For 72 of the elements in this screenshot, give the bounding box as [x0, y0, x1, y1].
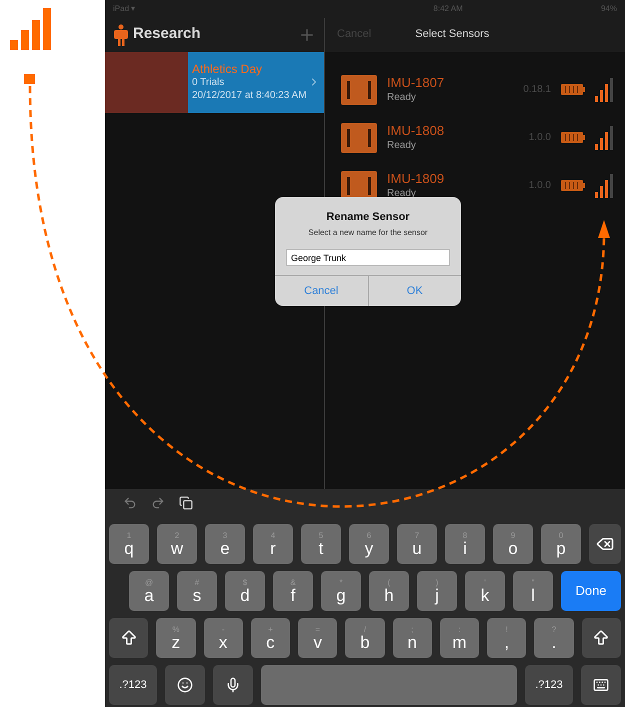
key[interactable]: + c	[250, 618, 290, 658]
redo-icon[interactable]	[151, 496, 165, 510]
sensor-row[interactable]: IMU-1807 Ready 0.18.1	[325, 66, 625, 114]
app-title: Research	[133, 24, 202, 44]
key[interactable]: - x	[204, 618, 243, 658]
sensor-row[interactable]: IMU-1808 Ready 1.0.0	[325, 114, 625, 162]
backspace-icon	[596, 535, 614, 553]
paste-icon[interactable]	[179, 496, 193, 510]
key[interactable]: $ d	[225, 571, 265, 611]
key[interactable]: " l	[513, 571, 553, 611]
firmware-version: 1.0.0	[528, 131, 551, 146]
numbers-key[interactable]: .?123	[109, 665, 157, 705]
signal-icon	[595, 174, 615, 198]
sensor-name: IMU-1808	[387, 123, 446, 140]
sensor-name: IMU-1807	[387, 75, 446, 92]
backspace-key[interactable]	[589, 524, 621, 564]
microphone-key[interactable]	[213, 665, 253, 705]
key[interactable]: : m	[440, 618, 480, 658]
shift-key[interactable]	[582, 618, 621, 658]
dialog-button[interactable]: OK	[368, 276, 461, 306]
signal-icon	[595, 126, 615, 150]
numbers-key[interactable]: .?123	[525, 665, 573, 705]
dialog-button[interactable]: Cancel	[275, 276, 368, 306]
dialog-title: Rename Sensor	[326, 210, 410, 225]
key[interactable]: ' k	[465, 571, 505, 611]
start-marker	[24, 74, 35, 84]
shift-arrow-icon	[120, 629, 138, 647]
key[interactable]: & f	[273, 571, 313, 611]
runner-logo-icon	[113, 24, 129, 46]
session-title: Athletics Day	[192, 62, 264, 78]
battery-icon	[561, 132, 585, 144]
key[interactable]: ! ,	[487, 618, 526, 658]
session-item[interactable]: Athletics Day 0 Trials 20/12/2017 at 8:40:23 AM	[188, 52, 324, 113]
firmware-version: 0.18.1	[523, 83, 551, 98]
keyboard-icon	[593, 677, 609, 693]
screen-title: Select Sensors	[415, 27, 490, 42]
sensor-status: Ready	[387, 188, 417, 200]
signal-bars-icon	[10, 8, 52, 50]
firmware-version: 1.0.0	[528, 179, 551, 194]
microphone-icon	[225, 677, 241, 693]
name-input-field[interactable]: George Trunk	[286, 249, 450, 266]
battery-icon	[561, 180, 585, 192]
key[interactable]: * g	[321, 571, 361, 611]
battery-icon	[561, 84, 585, 96]
battery-percent: 94%	[600, 2, 617, 15]
device-label: iPad ▾	[113, 2, 136, 15]
key[interactable]: ) j	[417, 571, 457, 611]
signal-icon	[595, 78, 615, 102]
key[interactable]: % z	[156, 618, 196, 658]
sensor-status: Ready	[387, 92, 417, 104]
key[interactable]: ( h	[369, 571, 409, 611]
key[interactable]: @ a	[129, 571, 169, 611]
sensor-icon	[341, 122, 377, 153]
key[interactable]: ; n	[392, 618, 432, 658]
session-trials: 0 Trials	[192, 77, 226, 90]
shift-key[interactable]	[109, 618, 148, 658]
key[interactable]: ? .	[534, 618, 574, 658]
undo-icon[interactable]	[123, 496, 137, 510]
shift-arrow-icon	[592, 629, 610, 647]
key[interactable]: = v	[298, 618, 338, 658]
key[interactable]: / b	[345, 618, 385, 658]
sensor-icon	[341, 74, 377, 105]
clock-time: 8:42 AM	[433, 2, 463, 15]
smiley-icon	[177, 677, 193, 693]
done-key[interactable]: Done	[561, 571, 621, 611]
key[interactable]: # s	[177, 571, 217, 611]
sensor-name: IMU-1809	[387, 171, 446, 188]
sensor-status: Ready	[387, 140, 417, 152]
emoji-key[interactable]	[165, 665, 205, 705]
hide-keyboard-key[interactable]	[581, 665, 621, 705]
session-date: 20/12/2017 at 8:40:23 AM	[192, 90, 308, 102]
dialog-message: Select a new name for the sensor	[308, 227, 428, 240]
